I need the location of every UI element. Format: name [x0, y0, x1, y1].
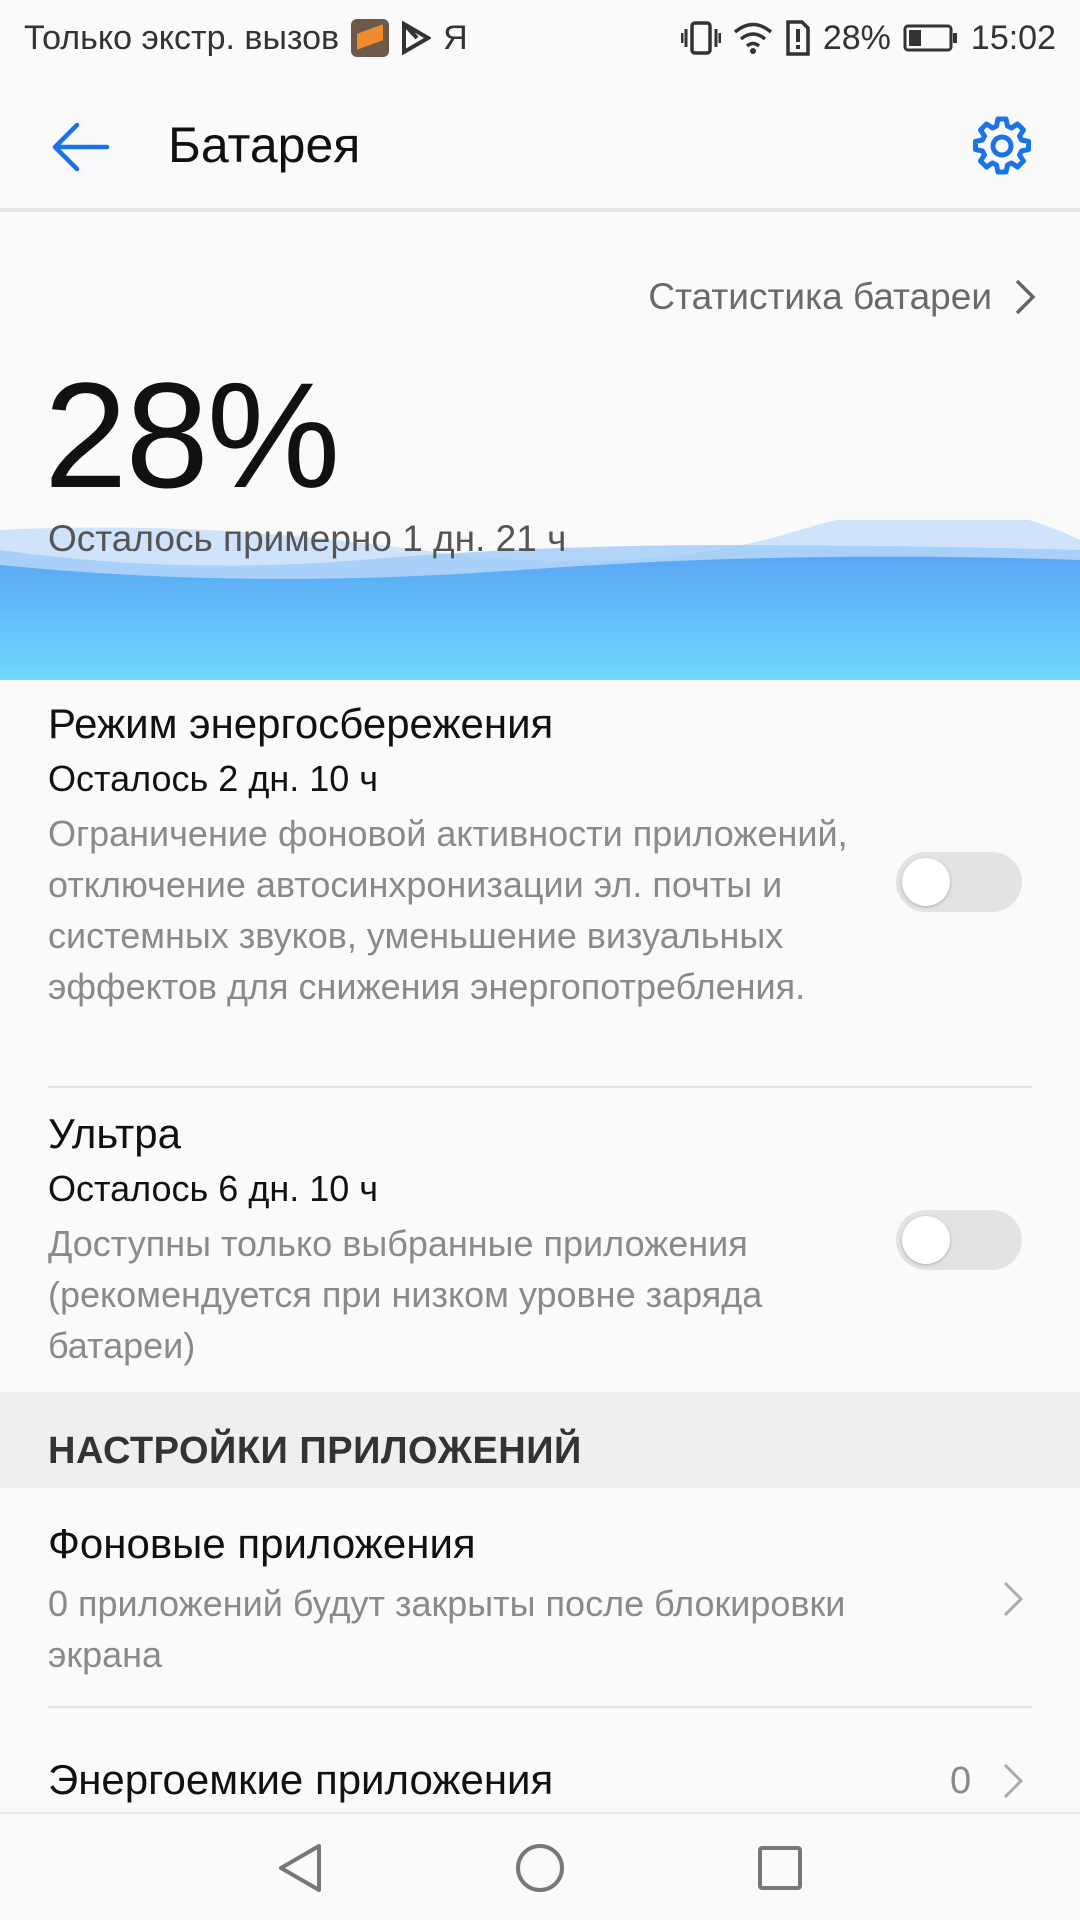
background-apps-item[interactable]: Фоновые приложения 0 приложений будут за…: [48, 1520, 1032, 1680]
ultra-title: Ультра: [48, 1110, 181, 1157]
circle-home-icon: [516, 1844, 564, 1892]
back-button[interactable]: [48, 114, 114, 180]
nav-back-button[interactable]: [270, 1838, 330, 1898]
carrier-text: Только экстр. вызов: [24, 18, 340, 57]
triangle-back-icon: [279, 1844, 321, 1892]
ultra-remaining: Осталось 6 дн. 10 ч: [48, 1168, 379, 1209]
chevron-right-icon: [1002, 1580, 1024, 1618]
chevron-right-icon: [1014, 278, 1036, 316]
divider: [48, 1706, 1032, 1708]
power-intensive-count: 0: [950, 1760, 972, 1802]
power-intensive-item[interactable]: Энергоемкие приложения: [48, 1756, 1032, 1804]
power-saving-description: Ограничение фоновой активности приложени…: [48, 813, 848, 1007]
navigation-bar: [0, 1812, 1080, 1920]
play-icon: [401, 18, 432, 58]
back-arrow-icon: [52, 122, 110, 172]
status-bar: Только экстр. вызов Я 28% 15:02: [0, 0, 1080, 76]
power-saving-title: Режим энергосбережения: [48, 700, 554, 747]
battery-icon: [903, 18, 959, 58]
app-icon: [351, 18, 390, 58]
chevron-right-icon: [1002, 1762, 1024, 1800]
status-right: 28% 15:02: [680, 18, 1056, 58]
wifi-icon: [733, 18, 773, 58]
gear-icon: [973, 116, 1031, 175]
page-title: Батарея: [168, 117, 361, 173]
power-saving-remaining: Осталось 2 дн. 10 ч: [48, 758, 379, 799]
action-bar: Батарея: [0, 76, 1080, 212]
power-saving-item: Режим энергосбережения Осталось 2 дн. 10…: [48, 700, 1032, 1012]
status-left: Только экстр. вызов Я: [24, 18, 468, 58]
battery-percent-large: 28%: [44, 351, 340, 519]
background-apps-description: 0 приложений будут закрыты после блокиро…: [48, 1583, 846, 1675]
ultra-toggle[interactable]: [896, 1210, 1022, 1270]
toggle-knob: [902, 858, 950, 906]
square-recents-icon: [758, 1846, 802, 1890]
toggle-knob: [902, 1216, 950, 1264]
remaining-estimate: Осталось примерно 1 дн. 21 ч: [48, 518, 567, 559]
clock: 15:02: [970, 18, 1056, 57]
divider: [48, 1086, 1032, 1088]
battery-stats-label: Статистика батареи: [648, 276, 992, 317]
yandex-icon: Я: [443, 18, 468, 57]
vibrate-icon: [680, 18, 721, 58]
power-intensive-title: Энергоемкие приложения: [48, 1756, 554, 1803]
alert-icon: [785, 18, 811, 58]
power-saving-toggle[interactable]: [896, 852, 1022, 912]
battery-stats-link[interactable]: Статистика батареи: [648, 276, 1036, 318]
battery-percent: 28%: [822, 18, 891, 57]
nav-home-button[interactable]: [510, 1838, 570, 1898]
ultra-description: Доступны только выбранные приложения (ре…: [48, 1223, 763, 1366]
settings-button[interactable]: [968, 112, 1036, 180]
nav-recents-button[interactable]: [750, 1838, 810, 1898]
background-apps-title: Фоновые приложения: [48, 1520, 476, 1567]
ultra-item: Ультра Осталось 6 дн. 10 ч Доступны толь…: [48, 1110, 1032, 1371]
section-title: НАСТРОЙКИ ПРИЛОЖЕНИЙ: [48, 1430, 582, 1472]
